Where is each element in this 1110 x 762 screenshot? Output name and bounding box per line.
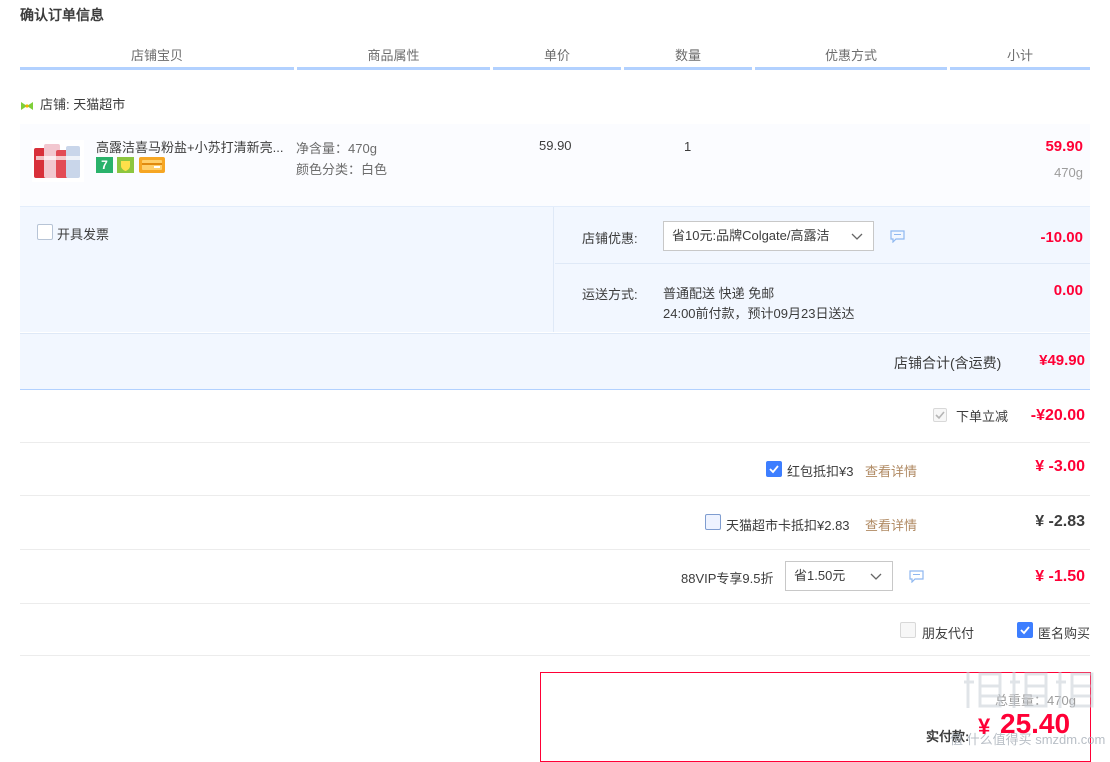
invoice-label[interactable]: 开具发票 [57, 224, 109, 243]
vip-discount-select[interactable]: 省1.50元 [785, 561, 893, 591]
shop-discount-amount: -10.00 [1040, 229, 1083, 246]
divider [20, 603, 1090, 604]
column-header-attributes: 商品属性 [297, 47, 490, 70]
tmall-card-label: 天猫超市卡抵扣¥2.83 [726, 518, 850, 533]
instant-discount-label: 下单立减 [956, 409, 1009, 424]
total-weight: 总重量：470g [995, 693, 1076, 708]
product-thumbnail[interactable] [32, 140, 84, 182]
seven-day-return-badge[interactable]: 7 [96, 157, 113, 173]
options-divider [555, 263, 1090, 264]
shop-discount-label: 店铺优惠: [582, 231, 638, 246]
divider [20, 495, 1090, 496]
shop-label: 店铺: 天猫超市 [40, 97, 126, 112]
vip-discount-label: 88VIP专享9.5折 [681, 571, 774, 586]
checkmark-icon [935, 411, 945, 420]
message-icon[interactable] [890, 230, 905, 243]
watermark-text: 值 什么值得买 smzdm.com [950, 732, 1106, 747]
card-payment-badge-icon[interactable] [139, 157, 165, 173]
checkmark-icon [1020, 626, 1030, 635]
red-packet-checkbox[interactable] [766, 461, 782, 477]
shop-discount-selected: 省10元:品牌Colgate/高露洁 [672, 228, 830, 243]
message-icon[interactable] [909, 570, 924, 583]
shipping-label: 运送方式: [582, 287, 638, 302]
chevron-down-icon [851, 233, 863, 240]
invoice-checkbox[interactable] [37, 224, 53, 240]
shipping-delivery-note: 24:00前付款，预计09月23日送达 [663, 306, 855, 321]
friend-pay-checkbox[interactable] [900, 622, 916, 638]
chevron-down-icon [870, 573, 882, 580]
checkmark-icon [769, 465, 779, 474]
unit-price: 59.90 [539, 138, 572, 153]
column-header-subtotal: 小计 [950, 47, 1090, 70]
instant-discount-amount: -¥20.00 [1030, 407, 1085, 424]
column-header-quantity: 数量 [624, 47, 752, 70]
red-packet-amount: ¥ -3.00 [1035, 458, 1085, 475]
product-name[interactable]: 高露洁喜马粉盐+小苏打清新亮... [96, 137, 288, 156]
shop-total-amount: ¥49.90 [1039, 352, 1085, 369]
shipping-method: 普通配送 快递 免邮 [663, 286, 775, 301]
shipping-amount: 0.00 [1053, 282, 1083, 299]
item-subtotal-weight: 470g [1054, 165, 1083, 180]
divider [20, 655, 1090, 656]
tmall-card-checkbox[interactable] [705, 514, 721, 530]
vip-discount-selected: 省1.50元 [794, 568, 846, 583]
divider [20, 442, 1090, 443]
quantity-value: 1 [684, 139, 692, 154]
divider [20, 549, 1090, 550]
red-packet-details-link[interactable]: 查看详情 [865, 461, 917, 480]
attribute-color: 颜色分类：白色 [296, 162, 388, 177]
column-header-shop-item: 店铺宝贝 [20, 47, 294, 70]
shop-discount-select[interactable]: 省10元:品牌Colgate/高露洁 [663, 221, 874, 251]
tmall-card-amount: ¥ -2.83 [1035, 513, 1085, 530]
friend-pay-label[interactable]: 朋友代付 [922, 623, 974, 642]
item-subtotal: 59.90 [1045, 138, 1083, 155]
instant-discount-checkbox[interactable] [933, 408, 947, 422]
shop-total-label: 店铺合计(含运费) [894, 355, 1002, 371]
anonymous-checkbox[interactable] [1017, 622, 1033, 638]
tmall-card-details-link[interactable]: 查看详情 [865, 515, 917, 534]
anonymous-label[interactable]: 匿名购买 [1038, 623, 1090, 642]
column-header-discount: 优惠方式 [755, 47, 947, 70]
vip-discount-amount: ¥ -1.50 [1035, 568, 1085, 585]
page-title: 确认订单信息 [20, 7, 104, 23]
shop-name[interactable]: 店铺: 天猫超市 [20, 96, 125, 114]
shop-bow-icon [21, 101, 33, 110]
attribute-net-weight: 净含量：470g [296, 141, 377, 156]
quality-badge-icon[interactable] [117, 157, 134, 173]
column-header-unit-price: 单价 [493, 47, 621, 70]
red-packet-label: 红包抵扣¥3 [787, 464, 854, 479]
